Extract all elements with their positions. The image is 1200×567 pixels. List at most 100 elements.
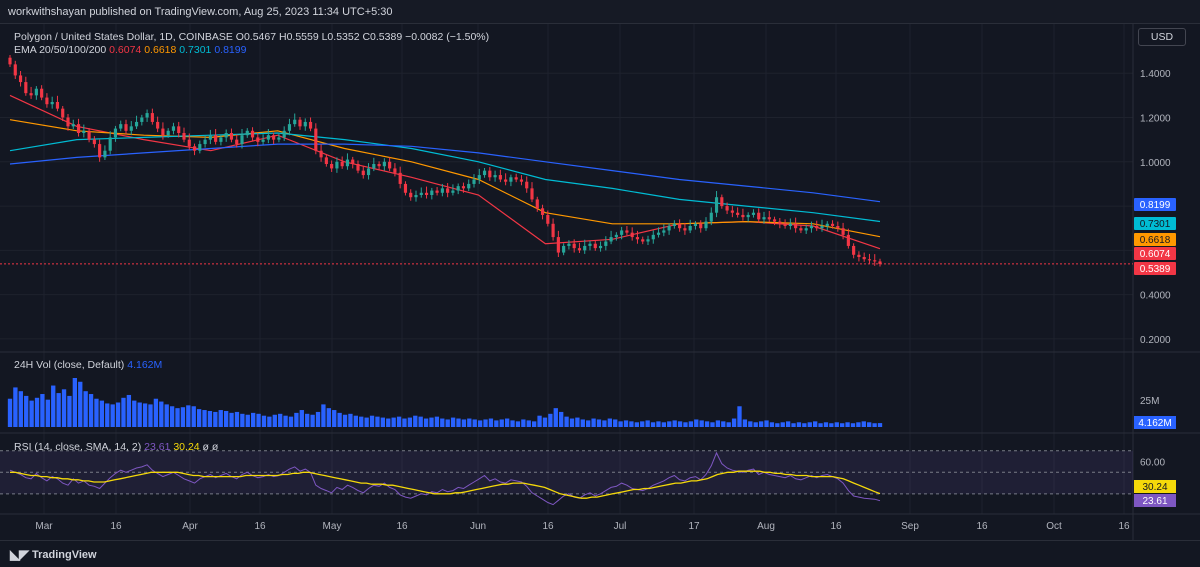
candle-body: [788, 223, 792, 226]
candle-body: [809, 226, 814, 229]
volume-bar: [326, 408, 331, 427]
volume-bar: [672, 420, 677, 427]
candle-body: [18, 75, 23, 83]
candle-body: [546, 214, 550, 224]
volume-bar: [764, 420, 769, 427]
candle-body: [588, 243, 592, 246]
candle-body: [345, 159, 350, 167]
volume-bar: [94, 398, 99, 427]
candle-body: [435, 190, 439, 193]
candle-body: [699, 223, 703, 229]
candle-body: [477, 175, 481, 180]
time-tick-label: Jun: [470, 521, 486, 532]
chart-canvas[interactable]: 25M4.162M 60.0030.2423.61 1.40001.20001.…: [0, 24, 1200, 540]
candle-body: [778, 221, 782, 224]
candle-body: [108, 137, 112, 151]
candle-body: [13, 64, 17, 76]
volume-legend: 24H Vol (close, Default) 4.162M: [14, 359, 162, 371]
volume-bar: [564, 416, 569, 427]
volume-bar: [450, 417, 456, 427]
volume-bar: [88, 394, 94, 427]
candle-body: [467, 183, 471, 189]
volume-bar: [748, 421, 753, 427]
volume-bar: [207, 410, 213, 427]
candle-body: [171, 126, 176, 131]
volume-bar: [704, 421, 710, 427]
candle-body: [229, 133, 234, 140]
ema-legend: EMA 20/50/100/200 0.6074 0.6618 0.7301 0…: [14, 44, 246, 56]
candle-body: [767, 217, 771, 220]
volume-bar: [769, 422, 775, 427]
candle-body: [625, 230, 629, 233]
volume-bar: [461, 419, 467, 427]
candle-body: [709, 212, 713, 222]
candle-body: [567, 243, 571, 246]
candle-body: [24, 82, 28, 94]
volume-bar: [132, 400, 137, 427]
candle-body: [34, 88, 38, 96]
volume-bar: [758, 421, 764, 427]
volume-bar: [234, 411, 240, 427]
volume-bar: [353, 415, 358, 427]
ema200-value: 0.8199: [214, 44, 247, 56]
time-tick-label: 16: [396, 521, 408, 532]
tradingview-logo[interactable]: ◣◤ TradingView: [10, 547, 97, 563]
candle-body: [514, 177, 518, 180]
candle-body: [572, 243, 576, 249]
time-tick-label: 16: [254, 521, 266, 532]
candle-body: [672, 223, 676, 226]
candle-body: [693, 223, 698, 226]
volume-bar: [613, 419, 618, 427]
volume-bar: [710, 422, 715, 427]
candle-body: [504, 179, 508, 182]
candle-body: [725, 206, 729, 211]
candle-body: [282, 130, 286, 138]
candle-body: [815, 226, 819, 229]
candle-body: [224, 133, 228, 138]
price-label-text: 0.6074: [1140, 249, 1171, 260]
candle-body: [103, 150, 107, 158]
candle-body: [630, 232, 634, 238]
candle-body: [598, 245, 603, 249]
candle-body: [461, 186, 466, 189]
candle-body: [688, 226, 692, 231]
volume-bar: [288, 416, 294, 427]
volume-bar: [850, 423, 856, 427]
volume-bar: [196, 409, 202, 427]
volume-bar: [575, 417, 580, 427]
volume-bar: [591, 418, 596, 427]
volume-bar: [640, 421, 645, 427]
volume-bar: [796, 422, 802, 427]
volume-bar: [515, 421, 521, 427]
rsi-label: RSI (14, close, SMA, 14, 2): [14, 441, 142, 453]
time-tick-label: Mar: [35, 521, 53, 532]
candle-body: [55, 102, 60, 109]
candle-body: [867, 259, 872, 261]
candle-body: [198, 144, 202, 151]
volume-bar: [542, 417, 548, 427]
currency-button[interactable]: USD: [1138, 28, 1186, 46]
candle-body: [730, 210, 734, 213]
volume-bar: [867, 422, 872, 427]
candle-body: [846, 234, 850, 246]
volume-bar: [602, 420, 607, 427]
candle-body: [324, 157, 328, 164]
candle-body: [76, 124, 81, 133]
tradingview-logo-icon: ◣◤: [10, 547, 29, 562]
candle-body: [530, 188, 534, 200]
volume-label: 24H Vol (close, Default): [14, 359, 125, 371]
candle-body: [187, 139, 191, 147]
candle-body: [98, 144, 102, 158]
volume-bar: [105, 403, 110, 427]
volume-bar: [715, 420, 721, 427]
candle-body: [646, 239, 650, 242]
candle-body: [820, 226, 824, 229]
volume-bar: [67, 395, 72, 427]
volume-bar: [18, 391, 23, 427]
volume-bar: [267, 416, 272, 427]
volume-bar: [775, 423, 780, 427]
candle-body: [593, 243, 597, 249]
candle-body: [741, 214, 745, 218]
price-tick-label: 1.0000: [1140, 158, 1171, 169]
price-tick-label: 0.4000: [1140, 291, 1171, 302]
